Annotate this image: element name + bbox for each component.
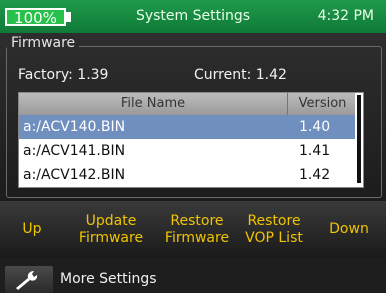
system-settings-screen: 100% System Settings 4:32 PM Firmware Fa… [0, 0, 386, 293]
up-softkey[interactable]: Up [0, 201, 64, 258]
table-row[interactable]: a:/ACV141.BIN 1.41 [19, 139, 357, 163]
softkey-bar: Up Update Firmware Restore Firmware Rest… [0, 201, 386, 258]
version-cell: 1.40 [299, 119, 331, 135]
footer-bar: More Settings [0, 258, 386, 293]
main-panel: Firmware Factory: 1.39 Current: 1.42 Fil… [0, 33, 386, 201]
update-firmware-softkey[interactable]: Update Firmware [64, 201, 158, 258]
more-settings-button[interactable] [5, 266, 53, 293]
update-firmware-label: Update Firmware [78, 212, 144, 246]
restore-vop-list-label: Restore VOP List [245, 212, 303, 246]
up-softkey-label: Up [22, 221, 42, 237]
column-header-file-name[interactable]: File Name [19, 93, 288, 115]
list-scrollbar[interactable] [355, 93, 363, 187]
more-settings-label[interactable]: More Settings [60, 271, 157, 287]
table-row[interactable]: a:/ACV140.BIN 1.40 [19, 115, 357, 139]
table-header: File Name Version [19, 93, 357, 115]
current-version: Current: 1.42 [194, 67, 287, 83]
factory-version: Factory: 1.39 [18, 67, 109, 83]
down-softkey-label: Down [329, 221, 369, 237]
down-softkey[interactable]: Down [312, 201, 386, 258]
column-header-version[interactable]: Version [288, 93, 357, 115]
scrollbar-thumb[interactable] [357, 95, 361, 183]
status-bar: 100% System Settings 4:32 PM [0, 0, 386, 33]
table-row[interactable]: a:/ACV142.BIN 1.42 [19, 163, 357, 187]
file-name-cell: a:/ACV141.BIN [23, 143, 126, 159]
restore-vop-list-softkey[interactable]: Restore VOP List [236, 201, 312, 258]
version-cell: 1.41 [299, 143, 331, 159]
version-cell: 1.42 [299, 167, 331, 183]
clock: 4:32 PM [317, 8, 374, 24]
wrench-icon [16, 270, 38, 290]
restore-firmware-label: Restore Firmware [164, 212, 230, 246]
file-name-cell: a:/ACV142.BIN [23, 167, 126, 183]
restore-firmware-softkey[interactable]: Restore Firmware [158, 201, 236, 258]
file-name-cell: a:/ACV140.BIN [23, 119, 126, 135]
firmware-file-list[interactable]: File Name Version a:/ACV140.BIN 1.40 a:/… [18, 92, 364, 188]
firmware-group-title: Firmware [7, 35, 80, 51]
